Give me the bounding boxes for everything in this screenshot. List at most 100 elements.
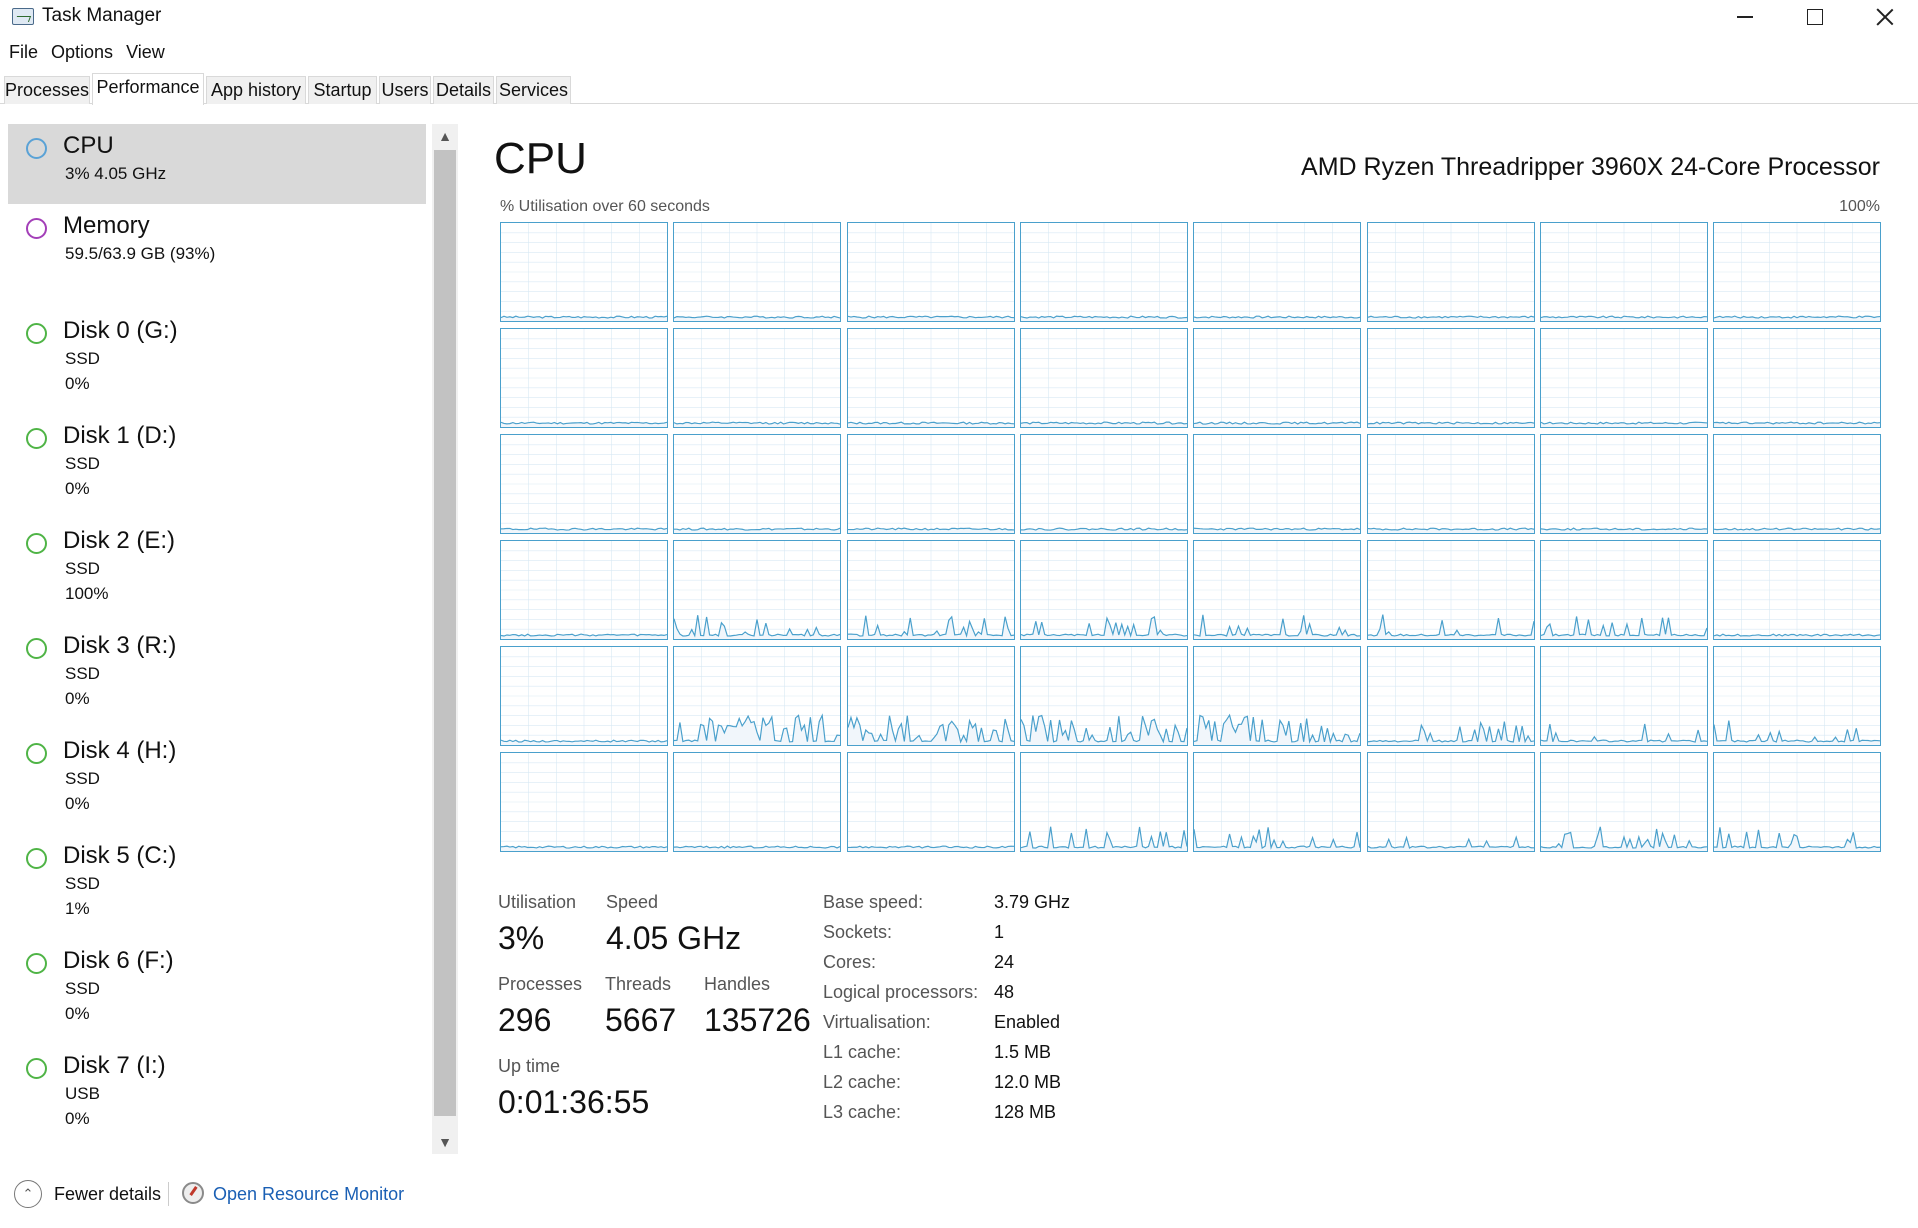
sidebar-item-title: Disk 5 (C:) [63, 842, 177, 869]
chevron-up-icon[interactable]: ⌃ [14, 1180, 42, 1208]
logical-processor-graph [1193, 540, 1362, 640]
spec-label: L2 cache: [823, 1072, 902, 1092]
utilisation-value: 3% [498, 920, 545, 956]
logical-processor-graph [1366, 328, 1535, 428]
logical-processor-graphs [500, 222, 1882, 852]
logical-processor-graph [1193, 434, 1362, 534]
logical-processor-graph [1366, 434, 1535, 534]
logical-processor-graph [1019, 646, 1188, 746]
handles-label: Handles [704, 974, 771, 994]
close-button[interactable] [1852, 0, 1918, 34]
sidebar-item-detail: USB [65, 1084, 100, 1103]
sidebar-item-usage: 0% [65, 689, 90, 708]
spec-value: 1 [994, 922, 1005, 942]
sidebar-item-title: Disk 1 (D:) [63, 422, 177, 449]
tab-strip: Processes Performance App history Startu… [0, 73, 1918, 105]
logical-processor-graph [1713, 434, 1882, 534]
tab-users[interactable]: Users [379, 76, 431, 104]
processes-label: Processes [498, 974, 583, 994]
tab-details[interactable]: Details [433, 76, 494, 104]
logical-processor-graph [1713, 752, 1882, 852]
spec-value: 24 [994, 952, 1015, 972]
logical-processor-graph [846, 328, 1015, 428]
status-ring-icon [26, 1058, 47, 1079]
tab-startup[interactable]: Startup [308, 76, 377, 104]
logical-processor-graph [1019, 222, 1188, 322]
threads-label: Threads [605, 974, 672, 994]
status-ring-icon [26, 218, 47, 239]
logical-processor-graph [1019, 752, 1188, 852]
logical-processor-graph [1193, 328, 1362, 428]
spec-label: Base speed: [823, 892, 924, 912]
sidebar-item-usage: 0% [65, 794, 90, 813]
sidebar-item-disk-2-e[interactable]: Disk 2 (E:) SSD 100% [8, 519, 426, 619]
sidebar-item-title: Disk 3 (R:) [63, 632, 177, 659]
maximize-button[interactable] [1782, 0, 1848, 34]
logical-processor-graph [500, 540, 668, 640]
spec-label: Sockets: [823, 922, 893, 942]
logical-processor-graph [846, 646, 1015, 746]
sidebar-item-detail: SSD [65, 559, 100, 578]
logical-processor-graph [1019, 540, 1188, 640]
tab-services[interactable]: Services [496, 76, 571, 104]
tab-performance[interactable]: Performance [92, 73, 204, 105]
sidebar-item-memory[interactable]: Memory 59.5/63.9 GB (93%) [8, 204, 426, 304]
menu-view[interactable]: View [117, 40, 165, 66]
sidebar-item-title: Disk 2 (E:) [63, 527, 176, 554]
status-ring-icon [26, 138, 47, 159]
logical-processor-graph [500, 328, 668, 428]
sidebar-item-title: CPU [63, 132, 114, 159]
logical-processor-graph [1366, 646, 1535, 746]
sidebar-item-title: Disk 0 (G:) [63, 317, 178, 344]
logical-processor-graph [500, 646, 668, 746]
sidebar-item-detail: SSD [65, 769, 100, 788]
sidebar-item-usage: 100% [65, 584, 109, 603]
scroll-down-arrow-icon[interactable]: ▼ [432, 1130, 458, 1154]
sidebar-item-usage: 1% [65, 899, 90, 918]
spec-value: Enabled [994, 1012, 1061, 1032]
sidebar-item-disk-1-d[interactable]: Disk 1 (D:) SSD 0% [8, 414, 426, 514]
minimize-button[interactable] [1712, 0, 1778, 34]
logical-processor-graph [1019, 434, 1188, 534]
title-bar: Task Manager [0, 0, 1918, 34]
status-ring-icon [26, 848, 47, 869]
sidebar-item-disk-4-h[interactable]: Disk 4 (H:) SSD 0% [8, 729, 426, 829]
logical-processor-graph [1366, 752, 1535, 852]
spec-value: 3.79 GHz [994, 892, 1071, 912]
sidebar-item-title: Disk 6 (F:) [63, 947, 174, 974]
status-ring-icon [26, 533, 47, 554]
sidebar-item-disk-7-i[interactable]: Disk 7 (I:) USB 0% [8, 1044, 426, 1144]
sidebar-item-detail: SSD [65, 979, 100, 998]
logical-processor-graph [1539, 434, 1708, 534]
logical-processor-graph [846, 222, 1015, 322]
sidebar-item-detail: SSD [65, 349, 100, 368]
sidebar-item-disk-0-g[interactable]: Disk 0 (G:) SSD 0% [8, 309, 426, 409]
logical-processor-graph [673, 646, 842, 746]
sidebar-item-cpu[interactable]: CPU 3% 4.05 GHz [8, 124, 426, 204]
menu-options[interactable]: Options [42, 40, 113, 66]
sidebar-item-disk-6-f[interactable]: Disk 6 (F:) SSD 0% [8, 939, 426, 1039]
close-icon [1875, 7, 1895, 27]
sidebar-item-disk-3-r[interactable]: Disk 3 (R:) SSD 0% [8, 624, 426, 724]
logical-processor-graph [1713, 646, 1882, 746]
open-resource-monitor-link[interactable]: Open Resource Monitor [213, 1184, 404, 1205]
utilisation-label: Utilisation [498, 892, 577, 912]
scroll-up-arrow-icon[interactable]: ▲ [432, 124, 458, 148]
sidebar-item-title: Disk 4 (H:) [63, 737, 177, 764]
status-ring-icon [26, 638, 47, 659]
logical-processor-graph [673, 752, 842, 852]
logical-processor-graph [846, 540, 1015, 640]
tab-app-history[interactable]: App history [206, 76, 306, 104]
logical-processor-graph [500, 434, 668, 534]
menu-file[interactable]: File [0, 40, 38, 66]
sidebar-scrollbar[interactable]: ▲ ▼ [432, 124, 458, 1154]
tab-processes[interactable]: Processes [4, 76, 90, 104]
sidebar-item-disk-5-c[interactable]: Disk 5 (C:) SSD 1% [8, 834, 426, 934]
spec-label: Cores: [823, 952, 877, 972]
uptime-value: 0:01:36:55 [498, 1084, 650, 1120]
footer-divider [168, 1182, 169, 1206]
fewer-details-button[interactable]: Fewer details [54, 1184, 161, 1205]
sidebar-item-detail: SSD [65, 874, 100, 893]
sidebar-item-ethernet[interactable]: Ethernet [8, 1144, 426, 1154]
scroll-thumb[interactable] [434, 150, 456, 1116]
